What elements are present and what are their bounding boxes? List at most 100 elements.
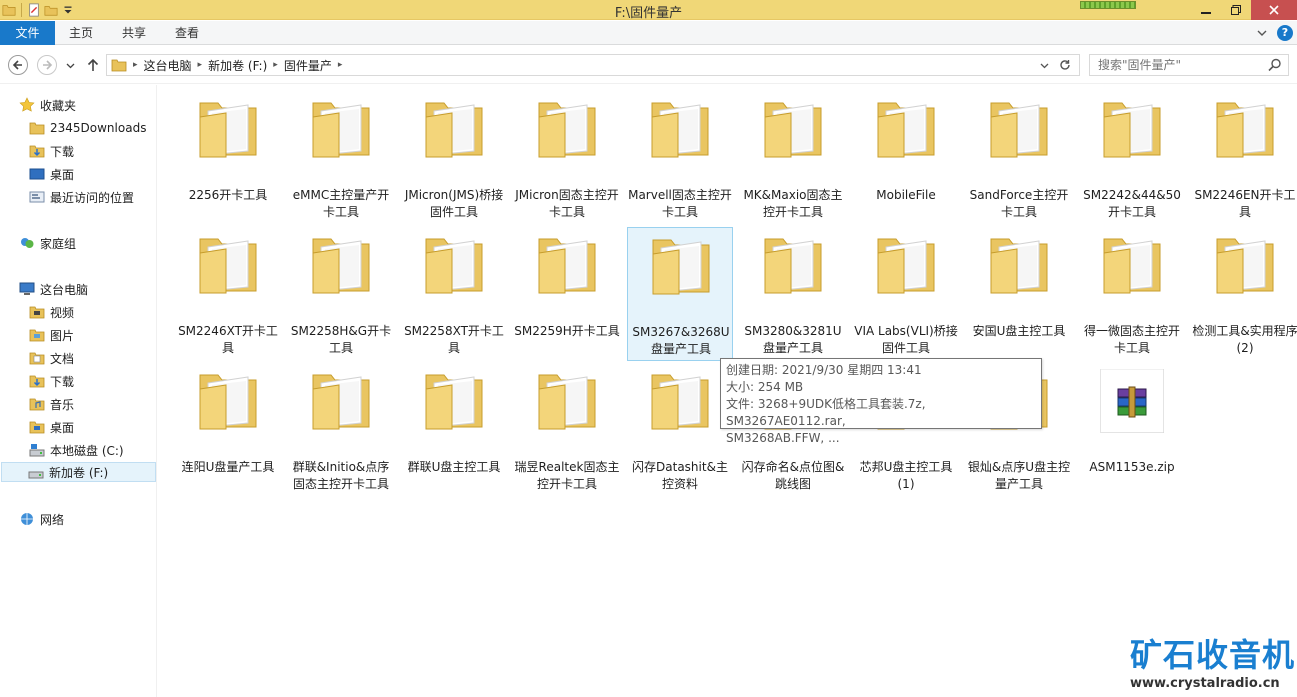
file-item-label: 群联&Initio&点序固态主控开卡工具 [292,460,390,491]
file-item[interactable]: SM2246EN开卡工具 [1192,91,1297,225]
nav-videos[interactable]: 视频 [29,302,74,322]
folder-icon [425,238,483,294]
file-item[interactable]: SM2259H开卡工具 [514,227,620,361]
nav-pictures[interactable]: 图片 [29,325,74,345]
up-arrow-icon[interactable] [87,58,99,72]
nav-fav-desktop[interactable]: 桌面 [29,164,74,184]
file-item[interactable]: JMicron固态主控开卡工具 [514,91,620,225]
recent-locations-chevron-icon[interactable] [66,61,75,70]
folder-icon [764,238,822,294]
address-bar[interactable]: ▸ 这台电脑 ▸ 新加卷 (F:) ▸ 固件量产 ▸ [106,54,1080,76]
nav-documents[interactable]: 文档 [29,348,74,368]
file-item-label: ASM1153e.zip [1089,460,1175,474]
file-item-label: SM2246EN开卡工具 [1194,188,1296,219]
file-item[interactable]: SM2258XT开卡工具 [401,227,507,361]
file-item[interactable]: ASM1153e.zip [1079,363,1185,497]
search-box[interactable] [1089,54,1289,76]
minimize-icon [1201,12,1211,14]
close-icon [1269,5,1279,15]
file-item[interactable]: 群联U盘主控工具 [401,363,507,497]
documents-folder-icon [29,352,45,365]
minimize-button[interactable] [1191,0,1221,20]
file-item[interactable]: SM2246XT开卡工具 [175,227,281,361]
file-item-label: SM2258XT开卡工具 [404,324,504,355]
folder-icon [1103,238,1161,294]
file-item[interactable]: 瑞昱Realtek固态主控开卡工具 [514,363,620,497]
drive-c-icon [29,444,45,457]
file-item-label: 芯邦U盘主控工具 (1) [859,460,953,491]
nav-downloads[interactable]: 下载 [29,371,74,391]
file-item[interactable]: 连阳U盘量产工具 [175,363,281,497]
back-button[interactable] [8,55,28,75]
nav-recent-places[interactable]: 最近访问的位置 [29,187,134,207]
address-history-chevron-icon[interactable] [1040,61,1049,70]
search-icon[interactable] [1268,58,1282,72]
breadcrumb-this-pc[interactable]: 这台电脑 [138,57,198,74]
folder-icon [651,102,709,158]
star-icon [19,97,35,112]
file-item[interactable]: MK&Maxio固态主控开卡工具 [740,91,846,225]
file-item-label: 闪存命名&点位图&跳线图 [741,460,845,491]
tab-share[interactable]: 共享 [122,21,146,45]
file-item[interactable]: Marvell固态主控开卡工具 [627,91,733,225]
expand-ribbon-chevron-icon[interactable] [1257,28,1267,38]
file-item[interactable]: eMMC主控量产开卡工具 [288,91,394,225]
nav-fav-downloads[interactable]: 下载 [29,141,74,161]
breadcrumb-drive-f[interactable]: 新加卷 (F:) [202,57,273,74]
file-item[interactable]: SM2242&44&50开卡工具 [1079,91,1185,225]
nav-desktop-label: 桌面 [50,420,75,435]
tab-file[interactable]: 文件 [0,21,55,45]
breadcrumb-current-folder[interactable]: 固件量产 [278,57,338,74]
file-item[interactable]: SandForce主控开卡工具 [966,91,1072,225]
file-item[interactable]: VIA Labs(VLI)桥接固件工具 [853,227,959,361]
maximize-button[interactable] [1221,0,1251,20]
restore-icon [1231,5,1241,15]
forward-button[interactable] [37,55,57,75]
file-item[interactable]: MobileFile [853,91,959,225]
nav-favorites[interactable]: 收藏夹 [19,95,76,115]
file-item-label: MobileFile [876,188,936,202]
nav-new-volume-f[interactable]: 新加卷 (F:) [1,462,156,482]
nav-homegroup[interactable]: 家庭组 [19,233,76,253]
file-item[interactable]: 安国U盘主控工具 [966,227,1072,361]
folder-icon [1103,102,1161,158]
ribbon-right-controls: ? [1257,25,1293,41]
file-item[interactable]: 群联&Initio&点序固态主控开卡工具 [288,363,394,497]
nav-this-pc-label: 这台电脑 [40,282,89,297]
refresh-icon[interactable] [1059,59,1071,71]
nav-music[interactable]: 音乐 [29,394,74,414]
breadcrumb-separator-icon[interactable]: ▸ [338,60,343,70]
nav-2345downloads[interactable]: 2345Downloads [29,118,146,138]
close-button[interactable] [1251,0,1297,20]
folder-icon [312,102,370,158]
file-item[interactable]: SM3267&3268U盘量产工具 [627,227,733,361]
nav-desktop[interactable]: 桌面 [29,417,74,437]
homegroup-icon [21,238,34,248]
file-item[interactable]: 检测工具&实用程序 (2) [1192,227,1297,361]
search-input[interactable] [1090,55,1260,75]
file-item[interactable]: JMicron(JMS)桥接固件工具 [401,91,507,225]
folder-address-icon [111,59,127,72]
tab-home[interactable]: 主页 [69,21,93,45]
nav-2345downloads-label: 2345Downloads [50,121,147,135]
file-item[interactable]: 闪存Datashit&主控资料 [627,363,733,497]
file-item[interactable]: 得一微固态主控开卡工具 [1079,227,1185,361]
file-item[interactable]: 2256开卡工具 [175,91,281,225]
help-icon[interactable]: ? [1277,25,1293,41]
nav-network-label: 网络 [40,512,65,527]
file-item-label: Marvell固态主控开卡工具 [628,188,732,219]
tab-view[interactable]: 查看 [175,21,199,45]
file-item-label: SM2246XT开卡工具 [178,324,278,355]
file-item-label: VIA Labs(VLI)桥接固件工具 [854,324,958,355]
nav-local-disk-c[interactable]: 本地磁盘 (C:) [29,440,124,460]
file-item[interactable]: SM2258H&G开卡工具 [288,227,394,361]
file-item[interactable]: SM3280&3281U盘量产工具 [740,227,846,361]
file-item-label: 银灿&点序U盘主控量产工具 [967,460,1071,491]
ribbon-tabs: 文件 主页 共享 查看 ? [0,21,1297,45]
nav-this-pc[interactable]: 这台电脑 [19,279,88,299]
nav-network[interactable]: 网络 [19,509,64,529]
folder-info-tooltip: 创建日期: 2021/9/30 星期四 13:41 大小: 254 MB 文件:… [720,358,1042,445]
tooltip-files-line1: 文件: 3268+9UDK低格工具套装.7z, SM3267AE0112.rar… [726,397,926,428]
pictures-folder-icon [29,329,45,342]
recent-places-icon [29,191,45,203]
